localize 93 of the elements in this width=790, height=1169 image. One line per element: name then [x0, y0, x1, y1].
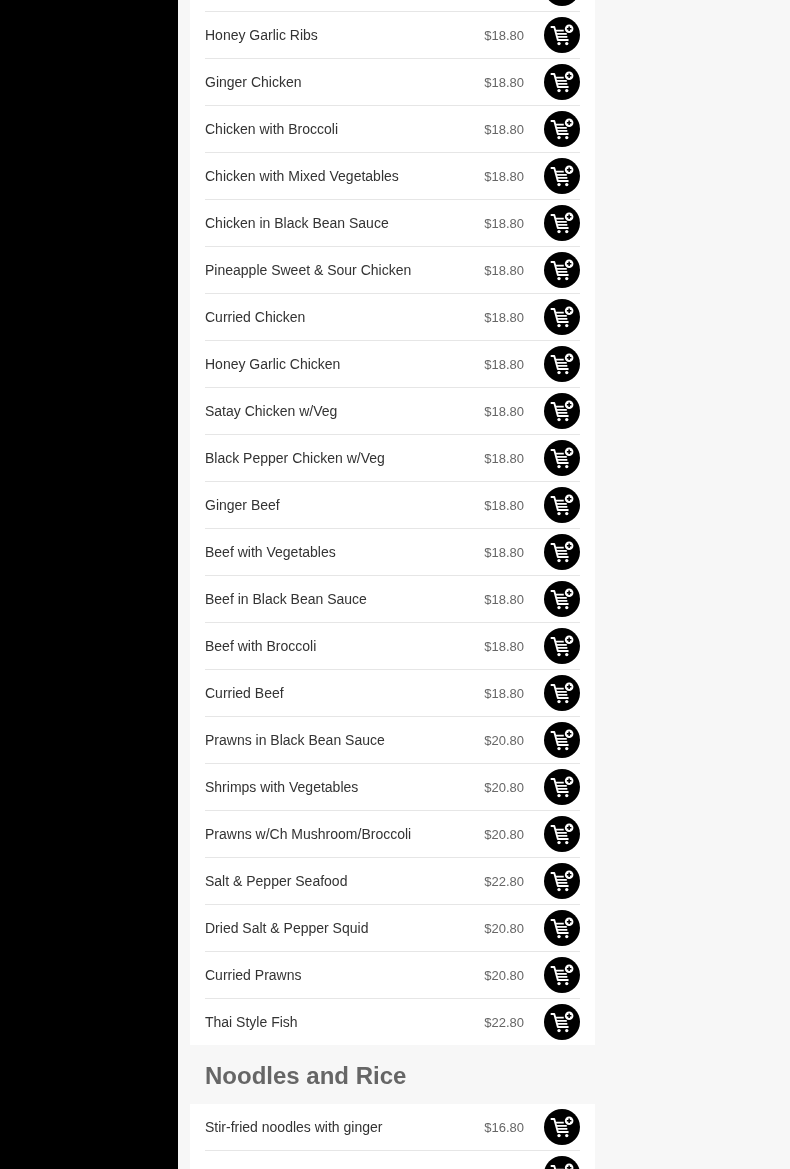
cart-plus-icon: [550, 682, 574, 704]
dish-price: $18.80: [484, 262, 524, 278]
dish-price: $18.80: [484, 497, 524, 513]
dish-price: $18.80: [484, 450, 524, 466]
add-to-cart-button[interactable]: [544, 1004, 580, 1040]
cart-plus-icon: [550, 71, 574, 93]
add-to-cart-button[interactable]: [544, 299, 580, 335]
dish-name: Curried Chicken: [205, 309, 307, 325]
dish-price: $18.80: [484, 591, 524, 607]
dish-price: $18.80: [484, 403, 524, 419]
dish-price: $18.80: [484, 544, 524, 560]
add-to-cart-button[interactable]: [544, 1109, 580, 1145]
dish-price: $22.80: [484, 873, 524, 889]
add-to-cart-button[interactable]: [544, 769, 580, 805]
dish-price: $20.80: [484, 732, 524, 748]
dish-name: Prawns in Black Bean Sauce: [205, 732, 386, 748]
add-to-cart-button[interactable]: [544, 17, 580, 53]
add-to-cart-button[interactable]: [544, 158, 580, 194]
dish-name: Black Pepper Chicken w/Veg: [205, 450, 386, 466]
dish-name: Chicken in Black Bean Sauce: [205, 215, 390, 231]
dish-price: $20.80: [484, 779, 524, 795]
cart-plus-icon: [550, 165, 574, 187]
dish-name: Shrimps with Vegetables: [205, 779, 360, 795]
dish-name: Salt & Pepper Seafood: [205, 873, 349, 889]
cart-plus-icon: [550, 353, 574, 375]
dish-name: Dried Salt & Pepper Squid: [205, 920, 370, 936]
dish-price: $18.80: [484, 685, 524, 701]
cart-plus-icon: [550, 447, 574, 469]
add-to-cart-button[interactable]: [544, 111, 580, 147]
add-to-cart-button[interactable]: [544, 581, 580, 617]
dish-price: $18.80: [484, 121, 524, 137]
dish-name: Stir-fried noodles with ginger: [205, 1119, 384, 1135]
dish-price: $18.80: [484, 27, 524, 43]
add-to-cart-button[interactable]: [544, 440, 580, 476]
dish-price: $18.80: [484, 215, 524, 231]
section-heading: Noodles and Rice: [204, 1061, 408, 1091]
cart-plus-icon: [550, 494, 574, 516]
add-to-cart-button[interactable]: [544, 675, 580, 711]
dish-price: $22.80: [484, 1014, 524, 1030]
dish-name: Prawns w/Ch Mushroom/Broccoli: [205, 826, 413, 842]
cart-plus-icon: [550, 212, 574, 234]
cart-plus-icon: [550, 917, 574, 939]
add-to-cart-button[interactable]: [544, 722, 580, 758]
cart-plus-icon: [550, 823, 574, 845]
cart-plus-icon: [550, 259, 574, 281]
dish-name: Curried Beef: [205, 685, 285, 701]
add-to-cart-button[interactable]: [544, 64, 580, 100]
cart-plus-icon: [550, 964, 574, 986]
add-to-cart-button[interactable]: [544, 252, 580, 288]
cart-plus-icon: [550, 118, 574, 140]
dish-price: $20.80: [484, 920, 524, 936]
dish-name: Chicken with Broccoli: [205, 121, 340, 137]
add-to-cart-button[interactable]: [544, 863, 580, 899]
dish-price: $20.80: [484, 826, 524, 842]
dish-name: Chicken with Mixed Vegetables: [205, 168, 400, 184]
add-to-cart-button[interactable]: [544, 534, 580, 570]
dish-name: Pineapple Sweet & Sour Chicken: [205, 262, 413, 278]
cart-plus-icon: [550, 1011, 574, 1033]
dish-name: Ginger Chicken: [205, 74, 303, 90]
dish-name: Ginger Beef: [205, 497, 281, 513]
cart-plus-icon: [550, 729, 574, 751]
dish-name: Beef with Broccoli: [205, 638, 318, 654]
add-to-cart-button[interactable]: [544, 346, 580, 382]
add-to-cart-button[interactable]: [544, 816, 580, 852]
add-to-cart-button[interactable]: [544, 393, 580, 429]
dish-price: $18.80: [484, 309, 524, 325]
add-to-cart-button[interactable]: [544, 205, 580, 241]
cart-plus-icon: [550, 870, 574, 892]
dish-name: Honey Garlic Ribs: [205, 27, 319, 43]
dish-name: Thai Style Fish: [205, 1014, 299, 1030]
add-to-cart-button[interactable]: [544, 487, 580, 523]
cart-plus-icon: [550, 776, 574, 798]
add-to-cart-button[interactable]: [544, 910, 580, 946]
dish-name: Beef in Black Bean Sauce: [205, 591, 368, 607]
cart-plus-icon: [550, 24, 574, 46]
dish-price: $18.80: [484, 168, 524, 184]
add-to-cart-button[interactable]: [544, 628, 580, 664]
dish-price: $20.80: [484, 967, 524, 983]
cart-plus-icon: [550, 400, 574, 422]
dish-price: $16.80: [484, 1119, 524, 1135]
dish-name: Honey Garlic Chicken: [205, 356, 342, 372]
add-to-cart-button[interactable]: [544, 957, 580, 993]
cart-plus-icon: [550, 306, 574, 328]
dish-price: $18.80: [484, 74, 524, 90]
cart-plus-icon: [550, 1116, 574, 1138]
dish-price: $18.80: [484, 638, 524, 654]
dish-name: Curried Prawns: [205, 967, 303, 983]
cart-plus-icon: [550, 541, 574, 563]
cart-plus-icon: [550, 588, 574, 610]
cart-plus-icon: [550, 635, 574, 657]
dish-name: Beef with Vegetables: [205, 544, 337, 560]
dish-name: Satay Chicken w/Veg: [205, 403, 339, 419]
dish-price: $18.80: [484, 356, 524, 372]
